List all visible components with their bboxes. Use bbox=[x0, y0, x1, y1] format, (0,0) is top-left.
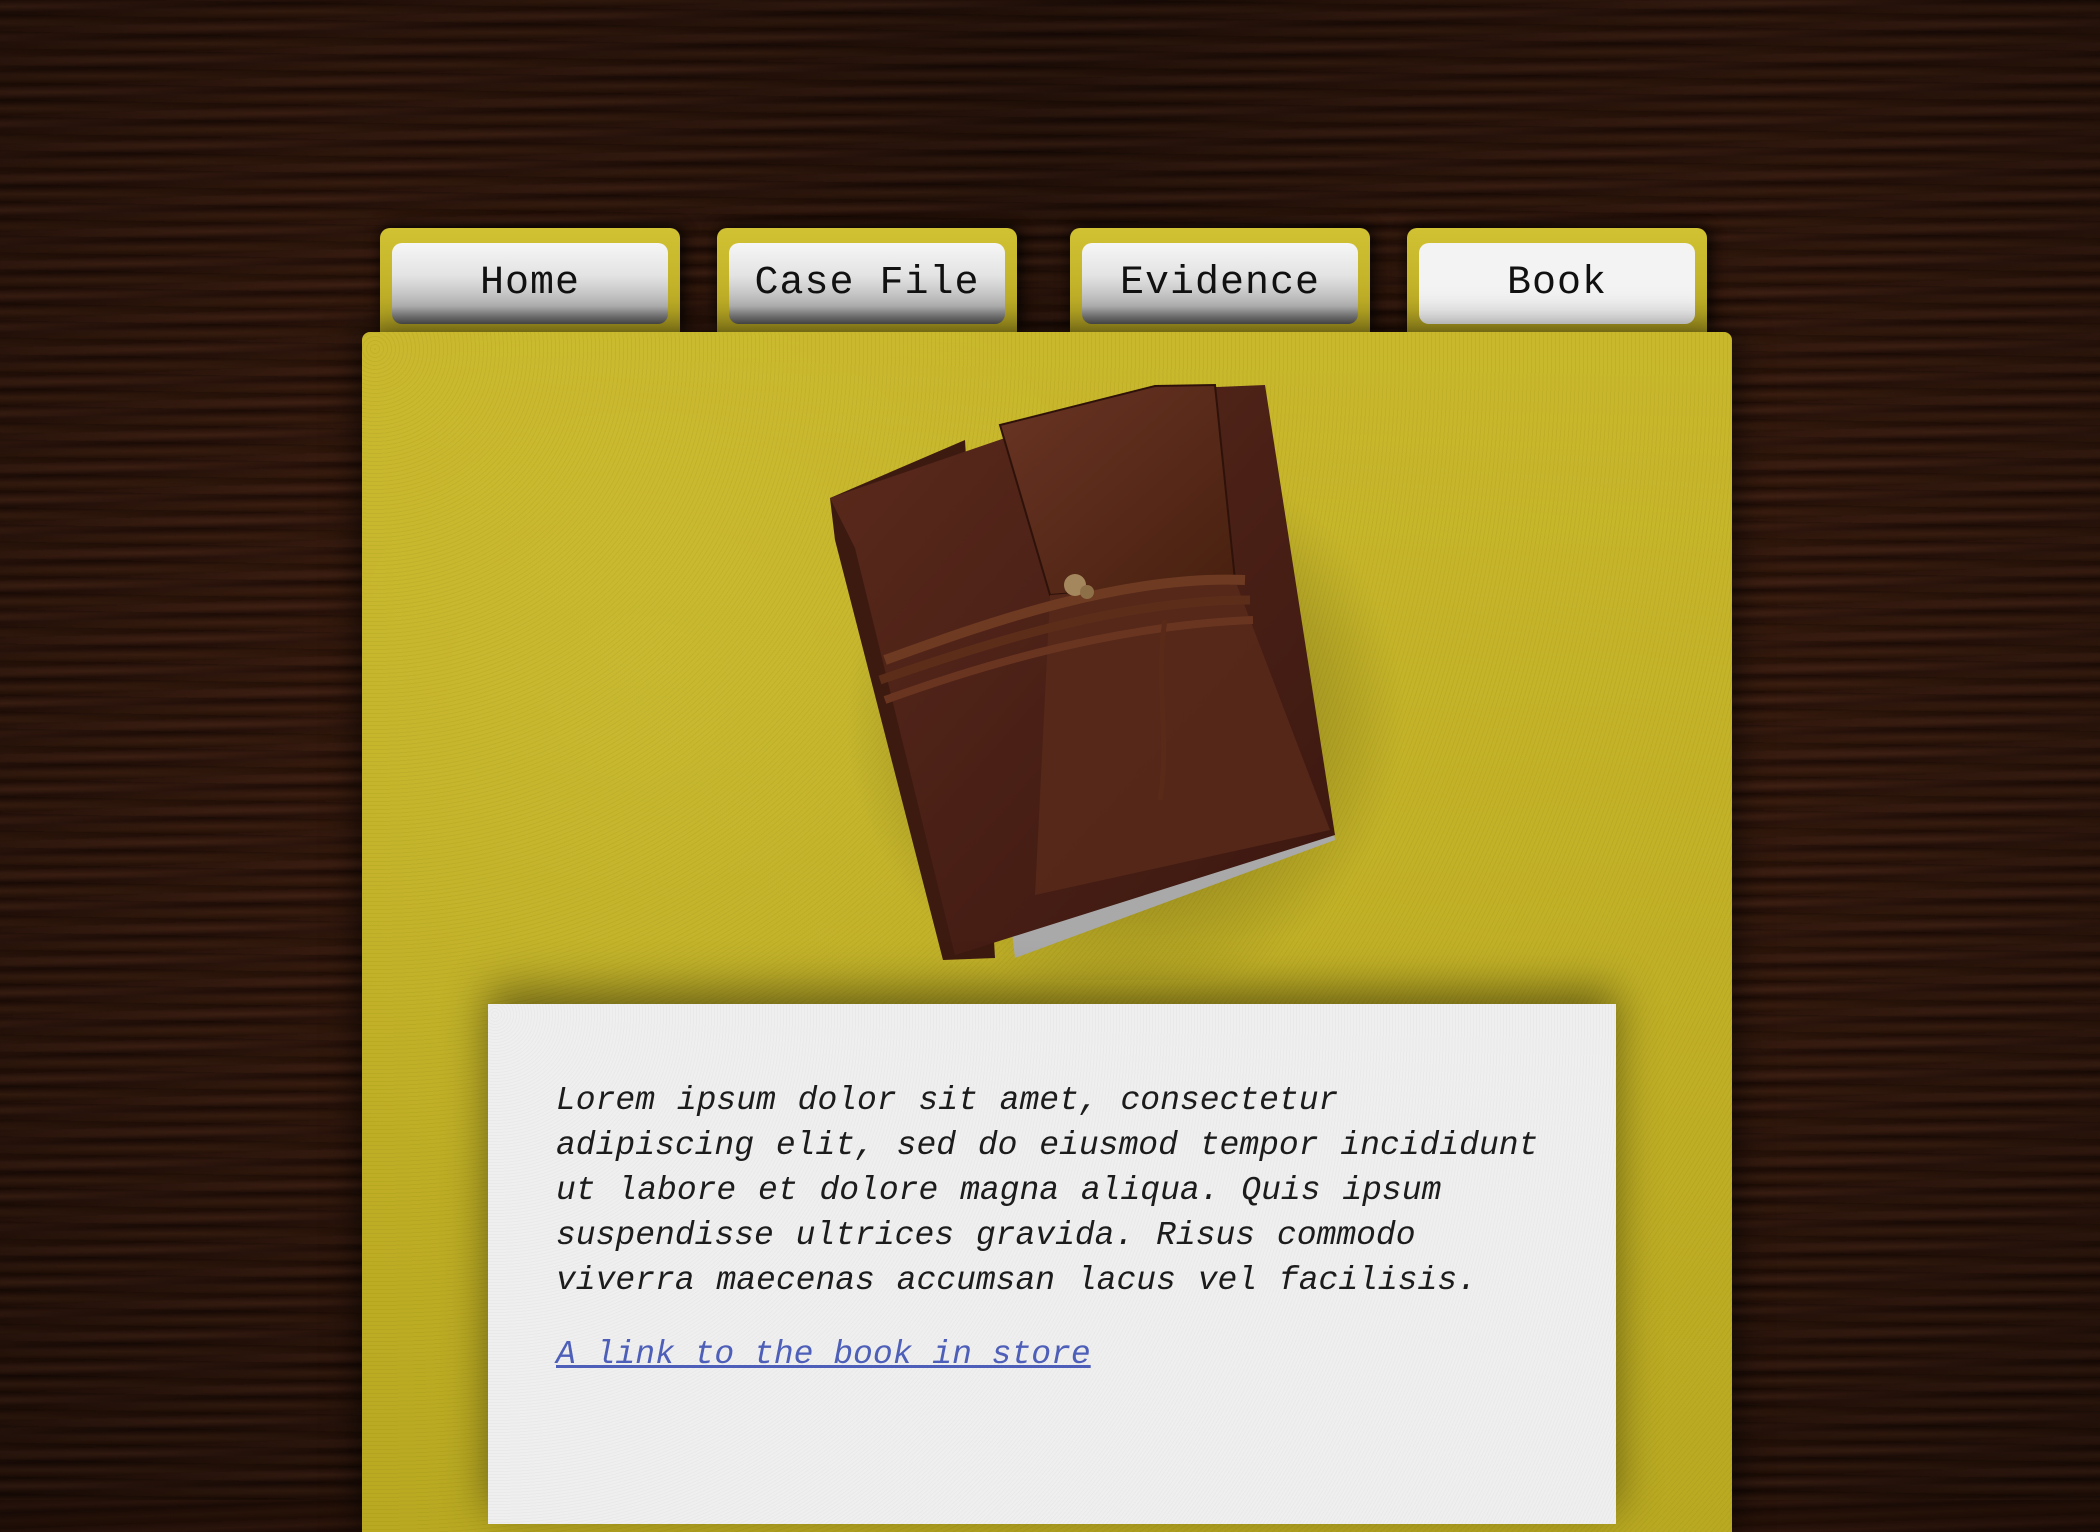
tab-home[interactable]: Home bbox=[392, 243, 668, 324]
tab-case-file-frame: Case File bbox=[717, 228, 1017, 332]
tab-evidence-frame: Evidence bbox=[1070, 228, 1370, 332]
tab-book-frame: Book bbox=[1407, 228, 1707, 332]
tab-evidence[interactable]: Evidence bbox=[1082, 243, 1358, 324]
book-description: Lorem ipsum dolor sit amet, consectetur … bbox=[556, 1082, 1539, 1299]
tab-home-frame: Home bbox=[380, 228, 680, 332]
tab-case-file[interactable]: Case File bbox=[729, 243, 1005, 324]
folder-ui: Home Case File Evidence Book Lorem ipsum… bbox=[0, 0, 2100, 1532]
leather-book-image bbox=[830, 383, 1405, 980]
paper-note: Lorem ipsum dolor sit amet, consectetur … bbox=[488, 1004, 1616, 1524]
store-link[interactable]: A link to the book in store bbox=[556, 1336, 1091, 1373]
tab-book[interactable]: Book bbox=[1419, 243, 1695, 324]
